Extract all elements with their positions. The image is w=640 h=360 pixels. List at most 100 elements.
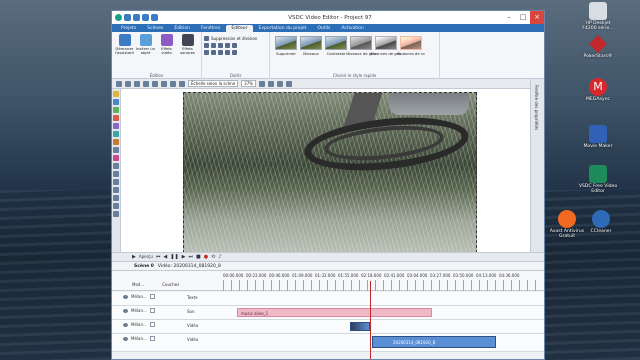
preview-label[interactable]: Aperçu bbox=[139, 253, 153, 261]
desktop-icon-vsdc[interactable]: VSDC Free Video Editor bbox=[578, 165, 618, 195]
speed-icon[interactable] bbox=[204, 49, 209, 55]
pointer-icon[interactable] bbox=[116, 80, 122, 87]
hand-icon[interactable] bbox=[125, 80, 131, 87]
playhead[interactable] bbox=[370, 281, 371, 359]
rewind-button[interactable]: ⏮ bbox=[156, 253, 161, 261]
eye-icon[interactable] bbox=[123, 308, 128, 313]
grid-icon[interactable] bbox=[134, 80, 140, 87]
video-clip[interactable]: 20200314_081920_8 bbox=[372, 336, 496, 348]
stop-button[interactable]: ■ bbox=[196, 253, 201, 261]
tab-scenes[interactable]: Scènes bbox=[142, 25, 168, 32]
timeline-track-audio[interactable]: Mélan... Son music alive_1 bbox=[112, 306, 544, 320]
video-frame[interactable] bbox=[183, 92, 477, 253]
timeline-track-video-main[interactable]: Mélan... Vidéo 20200314_081920_8 bbox=[112, 334, 544, 352]
tab-fenetres[interactable]: Fenêtres bbox=[196, 25, 225, 32]
preview-icon[interactable] bbox=[286, 80, 293, 87]
crop-icon[interactable] bbox=[204, 42, 209, 48]
video-clip-thumbnail[interactable] bbox=[350, 322, 370, 331]
audio-tool-icon[interactable] bbox=[113, 123, 119, 129]
tab-edition[interactable]: Édition bbox=[169, 25, 195, 32]
volume-icon[interactable] bbox=[211, 49, 216, 55]
open-icon[interactable] bbox=[133, 14, 140, 21]
start-wizard-button[interactable]: Démarrer l'assistant bbox=[114, 34, 135, 56]
desktop-icon-hp-deskjet[interactable]: HP Deskjet F4200 série... bbox=[578, 2, 618, 32]
loop-button[interactable]: ⟲ bbox=[211, 253, 215, 261]
scene-tab[interactable]: Scène 0 bbox=[134, 264, 154, 269]
tab-editeur[interactable]: Éditeur bbox=[226, 25, 253, 32]
tab-activation[interactable]: Activation bbox=[336, 25, 369, 32]
close-button[interactable]: × bbox=[530, 11, 544, 24]
animation-tool-icon[interactable] bbox=[113, 203, 119, 209]
timeline-scale[interactable] bbox=[223, 280, 538, 291]
forward-button[interactable]: ⏭ bbox=[189, 253, 194, 261]
tab-projets[interactable]: Projets bbox=[116, 25, 141, 32]
more-tools-icon[interactable] bbox=[113, 211, 119, 217]
blend-mode-select[interactable]: Mélan... bbox=[131, 336, 147, 341]
save-icon[interactable] bbox=[142, 14, 149, 21]
split-delete-button[interactable]: Suppression et division bbox=[204, 35, 267, 41]
play-button[interactable]: ▶ bbox=[132, 253, 136, 261]
lock-checkbox[interactable] bbox=[149, 308, 155, 313]
shape-tool-icon[interactable] bbox=[113, 99, 119, 105]
tab-outils[interactable]: Outils bbox=[312, 25, 335, 32]
pause-button[interactable]: ❚❚ bbox=[170, 253, 178, 261]
properties-panel-collapsed[interactable]: Fenêtre des propriétés bbox=[530, 79, 544, 252]
lock-checkbox[interactable] bbox=[149, 294, 155, 299]
style-niveaux-de-gris[interactable]: Niveaux de gris bbox=[346, 36, 376, 56]
preview-canvas[interactable] bbox=[121, 89, 532, 253]
audio-effects-button[interactable]: Effets sonores bbox=[177, 34, 198, 56]
scale-select[interactable]: Échelle selon la scène bbox=[188, 80, 239, 87]
tab-exportation[interactable]: Exportation du projet bbox=[254, 25, 312, 32]
eye-icon[interactable] bbox=[123, 322, 128, 327]
desktop-icon-ccleaner[interactable]: CCleaner bbox=[581, 210, 621, 234]
audio-clip[interactable]: music alive_1 bbox=[237, 308, 432, 317]
app-icon[interactable] bbox=[115, 14, 122, 21]
zoom-select[interactable]: 37% bbox=[241, 80, 257, 87]
line-tool-icon[interactable] bbox=[113, 171, 119, 177]
cut-icon[interactable] bbox=[225, 42, 230, 48]
fit-icon[interactable] bbox=[277, 80, 284, 87]
ellipse-tool-icon[interactable] bbox=[113, 179, 119, 185]
desktop-icon-megasync[interactable]: M MEGAsync bbox=[578, 78, 618, 102]
eye-icon[interactable] bbox=[123, 336, 128, 341]
desktop-icon-pokerstars[interactable]: PokerStars® bbox=[578, 35, 618, 59]
order-icon[interactable] bbox=[161, 80, 167, 87]
lock-checkbox[interactable] bbox=[149, 322, 155, 327]
insert-object-button[interactable]: Insérer un objet bbox=[135, 34, 156, 56]
transform-icon[interactable] bbox=[218, 49, 223, 55]
desktop-icon-movie-maker[interactable]: Movie Maker bbox=[578, 125, 618, 149]
video-tool-icon[interactable] bbox=[113, 115, 119, 121]
blend-mode-select[interactable]: Mélan... bbox=[131, 294, 147, 299]
blend-mode-select[interactable]: Mélan... bbox=[131, 308, 147, 313]
timeline-ruler[interactable]: Mod... Couches 00:00.000 00:23.000 00:46… bbox=[112, 271, 544, 291]
snap-icon[interactable] bbox=[143, 80, 149, 87]
blend-mode-select[interactable]: Mélan... bbox=[131, 322, 147, 327]
style-contraste[interactable]: Contraste bbox=[325, 36, 347, 56]
style-nuances-de-rouge[interactable]: Nuances de ro bbox=[397, 36, 425, 56]
lock-icon[interactable] bbox=[179, 80, 185, 87]
new-icon[interactable] bbox=[124, 14, 131, 21]
sprite-tool-icon[interactable] bbox=[113, 139, 119, 145]
style-niveaux[interactable]: Niveaux bbox=[300, 36, 322, 56]
video-effects-button[interactable]: Effets vidéo bbox=[156, 34, 177, 56]
zoom-out-icon[interactable] bbox=[268, 80, 275, 87]
next-frame-button[interactable]: ▶ bbox=[182, 253, 186, 261]
eye-icon[interactable] bbox=[123, 294, 128, 299]
style-supprimer[interactable]: Supprimer bbox=[275, 36, 297, 56]
effect-tool-icon[interactable] bbox=[113, 155, 119, 161]
marker-icon[interactable] bbox=[232, 42, 237, 48]
lock-checkbox[interactable] bbox=[149, 336, 155, 341]
flip-icon[interactable] bbox=[218, 42, 223, 48]
undo-icon[interactable] bbox=[151, 14, 158, 21]
image-tool-icon[interactable] bbox=[113, 107, 119, 113]
chart-tool-icon[interactable] bbox=[113, 131, 119, 137]
rotate-icon[interactable] bbox=[211, 42, 216, 48]
minimize-button[interactable]: – bbox=[502, 11, 516, 24]
record-button[interactable]: ● bbox=[204, 253, 208, 261]
scene-breadcrumb[interactable]: Vidéo: 20200314_081920_8 bbox=[158, 264, 221, 269]
timeline-track-text[interactable]: Mélan... Texte bbox=[112, 292, 544, 306]
maximize-button[interactable]: □ bbox=[516, 11, 530, 24]
subtitle-tool-icon[interactable] bbox=[113, 147, 119, 153]
rectangle-tool-icon[interactable] bbox=[113, 187, 119, 193]
timeline-track-video[interactable]: Mélan... Vidéo bbox=[112, 320, 544, 334]
